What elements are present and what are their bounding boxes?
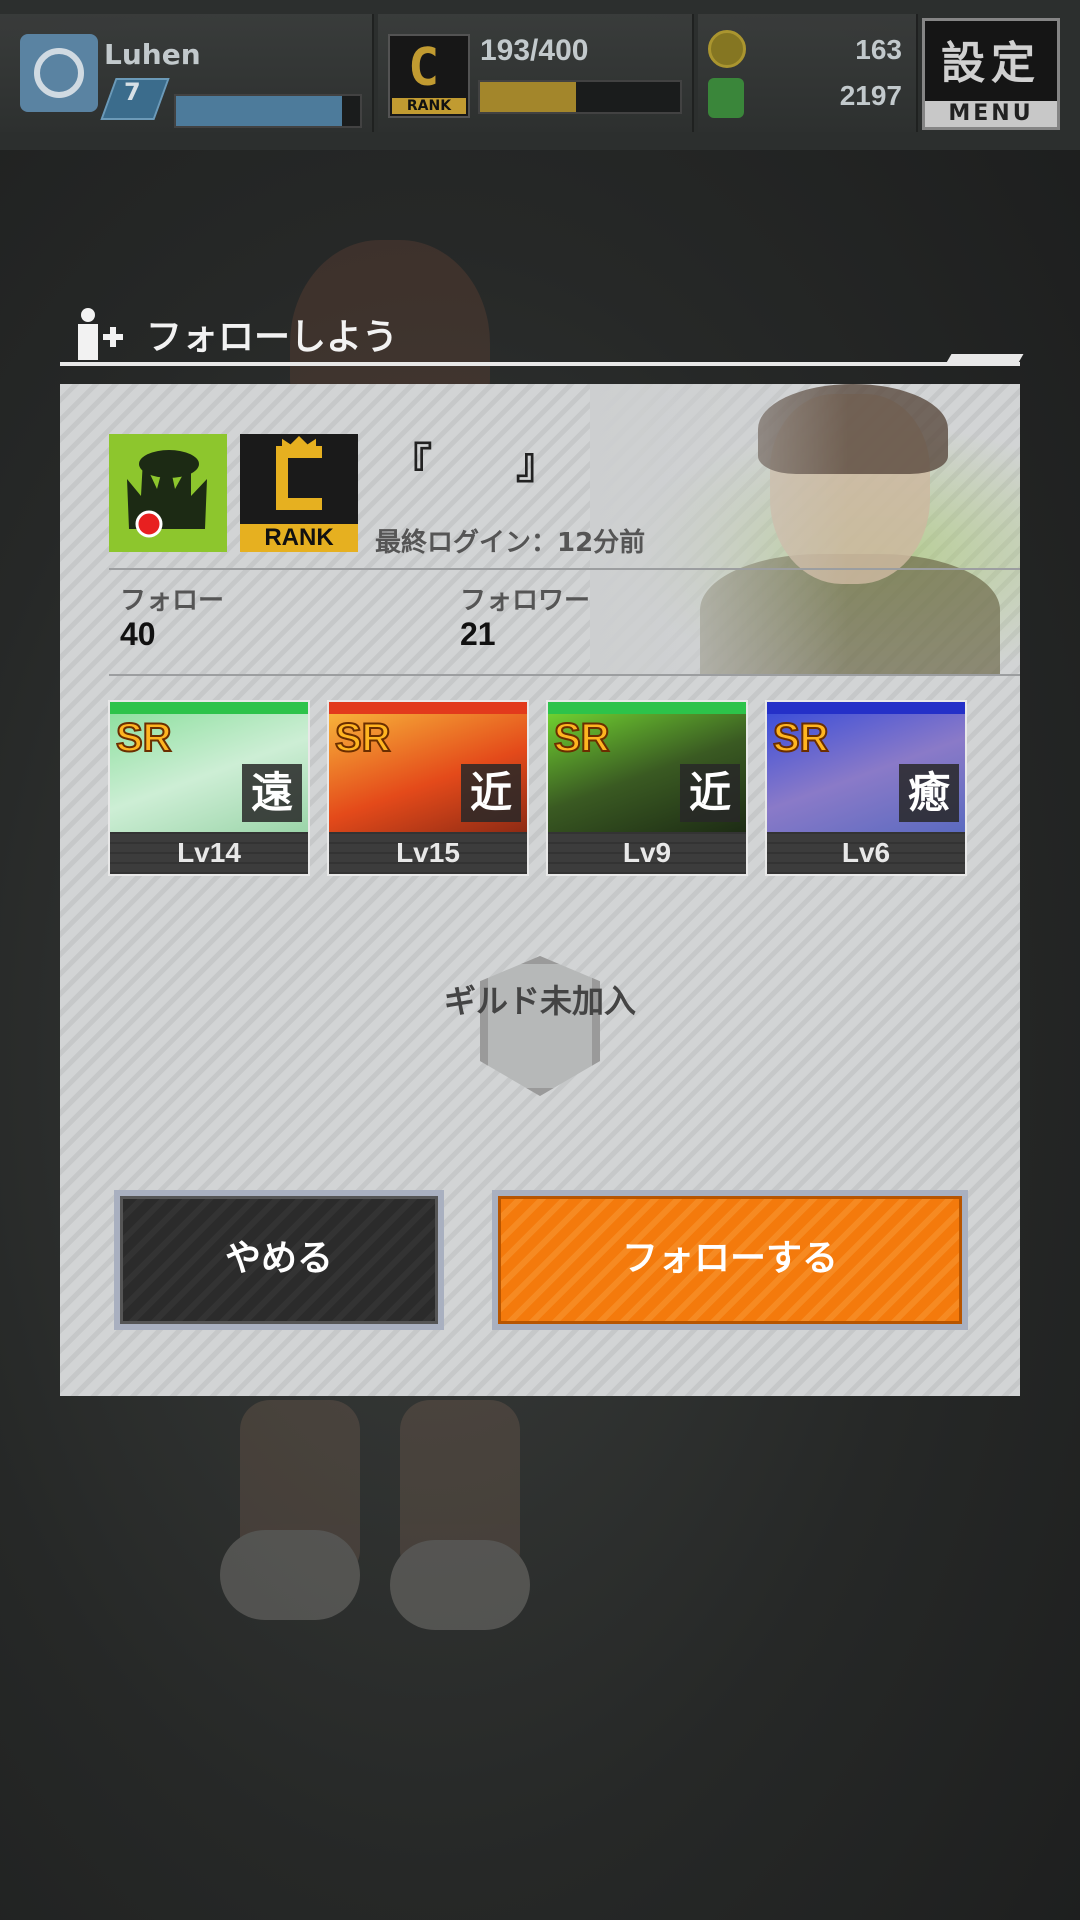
header-underline bbox=[60, 362, 1020, 366]
player-level: 7 bbox=[124, 78, 141, 106]
card-level: Lv14 bbox=[110, 832, 308, 874]
last-login: 最終ログイン：12分前 bbox=[375, 528, 646, 558]
stamina-value: 193/400 bbox=[480, 34, 589, 67]
character-card-3[interactable]: SR 近 Lv9 bbox=[546, 700, 748, 876]
stamina-bar-fill bbox=[480, 82, 576, 112]
add-user-icon bbox=[78, 308, 123, 360]
card-role: 遠 bbox=[242, 764, 302, 822]
divider bbox=[109, 568, 1020, 570]
menu-kanji: 設定 bbox=[941, 38, 1041, 89]
follow-label: フォロー bbox=[120, 586, 225, 616]
coin-icon bbox=[708, 30, 746, 68]
gem-count: 2197 bbox=[839, 80, 902, 111]
stamina-panel[interactable]: C RANK 193/400 bbox=[378, 14, 694, 132]
card-rarity: SR bbox=[772, 715, 830, 761]
follower-label: フォロワー bbox=[460, 586, 591, 616]
cancel-button[interactable]: やめる bbox=[114, 1190, 444, 1330]
rank-badge-icon: C RANK bbox=[388, 34, 470, 118]
card-role: 近 bbox=[680, 764, 740, 822]
menu-label: MENU bbox=[925, 101, 1057, 127]
card-rarity: SR bbox=[553, 715, 611, 761]
cancel-button-label: やめる bbox=[120, 1196, 438, 1324]
stamina-bar bbox=[478, 80, 682, 114]
exp-bar bbox=[174, 94, 362, 128]
guild-status: ギルド未加入 bbox=[443, 982, 636, 1020]
card-rarity: SR bbox=[334, 715, 392, 761]
player-name: 『 』 bbox=[390, 439, 559, 488]
character-card-1[interactable]: SR 遠 Lv14 bbox=[108, 700, 310, 876]
follow-count: 40 bbox=[120, 616, 156, 652]
follow-button[interactable]: フォローする bbox=[492, 1190, 968, 1330]
card-level: Lv6 bbox=[767, 832, 965, 874]
exp-bar-fill bbox=[176, 96, 342, 126]
card-role: 近 bbox=[461, 764, 521, 822]
card-lineup: SR 遠 Lv14 SR 近 Lv15 SR 近 Lv9 SR 癒 Lv6 bbox=[108, 700, 978, 876]
character-card-4[interactable]: SR 癒 Lv6 bbox=[765, 700, 967, 876]
follow-button-label: フォローする bbox=[498, 1196, 962, 1324]
card-rarity: SR bbox=[115, 715, 173, 761]
follow-dialog: RANK 『 』 最終ログイン：12分前 フォロー 40 フォロワー 21 SR… bbox=[60, 384, 1020, 1396]
dialog-header: フォローしよう bbox=[60, 300, 1020, 366]
rank-word: RANK bbox=[392, 98, 466, 114]
rank-letter: C bbox=[408, 38, 440, 98]
card-level: Lv15 bbox=[329, 832, 527, 874]
character-card-2[interactable]: SR 近 Lv15 bbox=[327, 700, 529, 876]
status-bar: Luhen 7 C RANK 193/400 163 2197 設定 MENU bbox=[0, 0, 1080, 150]
player-panel[interactable]: Luhen 7 bbox=[0, 14, 374, 132]
player-rank-icon: RANK bbox=[240, 434, 358, 552]
player-rank-word: RANK bbox=[240, 524, 358, 552]
card-role: 癒 bbox=[899, 764, 959, 822]
dialog-title: フォローしよう bbox=[146, 317, 399, 358]
settings-menu-button[interactable]: 設定 MENU bbox=[922, 18, 1060, 130]
gem-icon bbox=[708, 78, 744, 118]
guild-emblem-icon bbox=[109, 434, 227, 552]
card-level: Lv9 bbox=[548, 832, 746, 874]
player-username: Luhen bbox=[104, 38, 201, 71]
divider bbox=[109, 674, 1020, 676]
coin-count: 163 bbox=[855, 34, 902, 65]
currency-panel[interactable]: 163 2197 bbox=[698, 14, 918, 132]
player-avatar-icon bbox=[20, 34, 98, 112]
leader-character-portrait bbox=[590, 384, 1020, 674]
follower-count: 21 bbox=[460, 616, 496, 652]
